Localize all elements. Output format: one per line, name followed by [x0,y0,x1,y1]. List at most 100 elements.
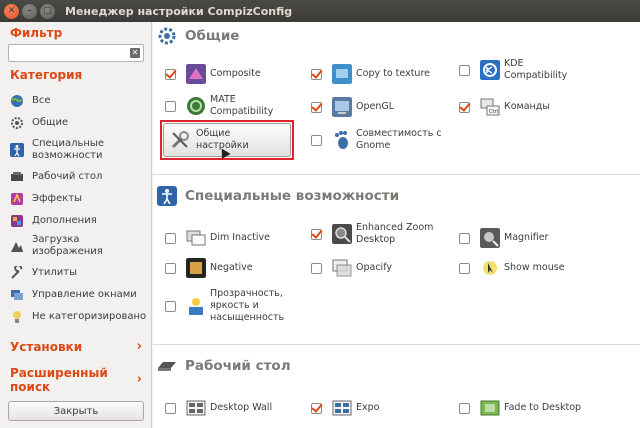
uncategorized-icon [13,311,21,323]
plugin-opacify[interactable]: Opacify [311,258,392,278]
section-accessibility-header: Специальные возможности [157,186,399,206]
title-bar: ✕ – □ Менеджер настройки CompizConfig [0,0,640,22]
checkbox[interactable] [165,262,176,274]
extras-icon [11,215,23,227]
opacify-icon [332,259,352,277]
mate-icon [187,97,205,115]
settings-link[interactable]: Установки › [10,339,142,355]
fade-to-desktop-icon [480,400,500,416]
checkbox[interactable] [165,300,176,312]
section-general-header: Общие [157,26,239,46]
plugin-copy-to-texture[interactable]: Copy to texture [311,64,430,84]
image-loading-icon [11,242,23,252]
minimize-icon: – [27,5,32,16]
plugin-opacity-brightness-saturation[interactable]: Прозрачность, яркость и насыщенность [165,288,300,324]
gear-icon [11,117,23,129]
category-image-loading[interactable]: Загрузка изображения [10,234,132,258]
svg-text:Ctrl: Ctrl [489,109,498,115]
plugin-dim-inactive[interactable]: Dim Inactive [165,228,270,248]
kde-icon [480,60,500,80]
checkbox[interactable] [311,68,322,80]
checkbox[interactable] [311,101,322,113]
category-general[interactable]: Общие [10,116,68,130]
plugin-opengl[interactable]: OpenGL [311,97,394,117]
plugin-negative[interactable]: Negative [165,258,253,278]
plugin-panel[interactable]: Общие Composite Copy to texture KDE Comp… [153,22,640,428]
category-accessibility[interactable]: Специальные возможности [10,138,142,162]
checkbox[interactable] [165,68,176,80]
plugin-magnifier[interactable]: Magnifier [459,228,548,248]
checkbox[interactable] [459,101,470,113]
plugin-enhanced-zoom[interactable]: Enhanced Zoom Desktop [311,222,436,246]
advanced-search-link[interactable]: Расширенный поиск › [10,366,142,394]
filter-field[interactable]: ✕ [8,44,144,62]
plugin-expo[interactable]: Expo [311,398,379,418]
plugin-composite[interactable]: Composite [165,64,261,84]
brightness-icon [189,298,203,315]
clear-icon[interactable]: ✕ [130,48,140,58]
plugin-mate-compatibility[interactable]: MATE Compatibility [165,94,290,118]
chevron-right-icon: › [136,372,142,387]
checkbox[interactable] [459,262,470,274]
category-extras[interactable]: Дополнения [10,214,97,228]
copy-to-texture-icon [332,64,352,84]
minimize-window-button[interactable]: – [22,3,37,19]
category-desktop[interactable]: Рабочий стол [10,170,102,184]
plugin-show-mouse[interactable]: Show mouse [459,258,565,278]
category-utilities[interactable]: Утилиты [10,266,77,280]
checkbox[interactable] [459,232,470,244]
expo-icon [332,400,352,416]
close-button[interactable]: Закрыть [8,401,144,421]
category-uncategorized[interactable]: Не категоризировано [10,310,146,324]
accessibility-icon [157,186,177,206]
filter-input[interactable] [12,45,127,61]
chevron-right-icon: › [136,339,142,354]
checkbox[interactable] [311,262,322,274]
commands-icon: Ctrl [480,98,500,116]
maximize-window-button[interactable]: □ [40,3,55,19]
utilities-icon [11,266,23,279]
accessibility-icon [10,143,24,157]
gear-icon [158,27,176,45]
enhanced-zoom-icon [332,224,352,244]
effects-icon [11,193,23,205]
category-window-management[interactable]: Управление окнами [10,288,137,302]
checkbox[interactable] [459,402,470,414]
category-effects[interactable]: Эффекты [10,192,82,206]
close-window-button[interactable]: ✕ [4,3,19,19]
plugin-fade-to-desktop[interactable]: Fade to Desktop [459,398,581,418]
opengl-icon [332,97,352,117]
composite-icon [186,64,206,84]
maximize-icon: □ [43,5,52,16]
window-title: Менеджер настройки CompizConfig [65,4,293,18]
plugin-kde-compatibility[interactable]: KDE Compatibility [459,58,567,82]
desktop-icon [11,172,23,181]
section-desktop-header: Рабочий стол [157,356,291,376]
close-icon: ✕ [7,5,16,16]
filter-heading: Фильтр [10,26,63,40]
globe-icon [11,95,23,107]
plugin-desktop-wall[interactable]: Desktop Wall [165,398,272,418]
checkbox[interactable] [459,64,470,76]
show-mouse-icon [483,261,497,275]
negative-icon [186,258,206,278]
magnifier-icon [480,228,500,248]
dim-inactive-icon [186,230,206,246]
category-all[interactable]: Все [10,94,51,108]
gnome-foot-icon [335,131,348,149]
checkbox[interactable] [311,402,322,414]
desktop-wall-icon [186,400,206,416]
divider [153,344,640,345]
checkbox[interactable] [165,100,176,112]
plugin-commands[interactable]: Ctrl Команды [459,97,550,117]
checkbox[interactable] [165,402,176,414]
checkbox[interactable] [311,228,322,240]
desktop-icon [158,362,176,371]
window-management-icon [11,290,23,300]
divider [153,174,640,175]
sidebar: Фильтр ✕ Категория Все Общие Специальные… [0,22,152,428]
plugin-gnome-compatibility[interactable]: Совместимость с Gnome [311,128,446,152]
checkbox[interactable] [165,232,176,244]
checkbox[interactable] [311,134,322,146]
category-heading: Категория [10,68,83,82]
